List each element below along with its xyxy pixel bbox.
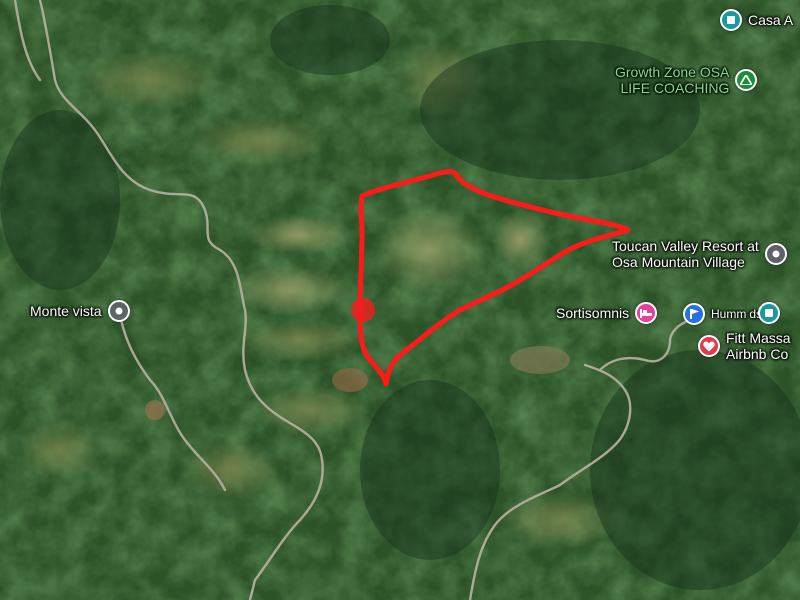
poi-label-line1: Growth Zone OSA (615, 64, 730, 80)
poi-casa[interactable]: Casa A (720, 9, 793, 31)
satellite-map[interactable]: Casa A Growth Zone OSA LIFE COACHING Tou… (0, 0, 800, 600)
poi-label-line1: Toucan Valley Resort at (612, 238, 759, 254)
triangle-icon (735, 69, 758, 91)
poi-growth-zone[interactable]: Growth Zone OSA LIFE COACHING (615, 64, 758, 96)
pin-icon (764, 243, 787, 265)
poi-sortisomnis[interactable]: Sortisomnis (556, 302, 658, 324)
poi-label-line2: LIFE COACHING (620, 80, 730, 96)
poi-label: Monte vista (30, 303, 102, 319)
poi-teal-square[interactable] (758, 302, 780, 324)
poi-label-line2: Airbnb Co (726, 346, 789, 362)
heart-icon (698, 335, 720, 357)
poi-label: Humm (711, 307, 747, 321)
poi-humm[interactable]: Humm ds (683, 303, 762, 325)
poi-monte-vista[interactable]: Monte vista (30, 300, 130, 322)
location-marker[interactable] (351, 298, 375, 322)
flag-icon (683, 303, 705, 325)
poi-toucan-valley[interactable]: Toucan Valley Resort at Osa Mountain Vil… (612, 238, 787, 270)
poi-label-line1: Fitt Massa (726, 330, 791, 346)
poi-label: Sortisomnis (556, 305, 630, 321)
poi-label-line2: Osa Mountain Village (612, 254, 745, 270)
bed-icon (635, 302, 658, 324)
poi-fitt[interactable]: Fitt Massa Airbnb Co (698, 330, 791, 362)
poi-label: Casa A (748, 12, 794, 28)
square-icon (720, 9, 742, 31)
square-icon (758, 302, 780, 324)
pin-icon (107, 300, 130, 322)
